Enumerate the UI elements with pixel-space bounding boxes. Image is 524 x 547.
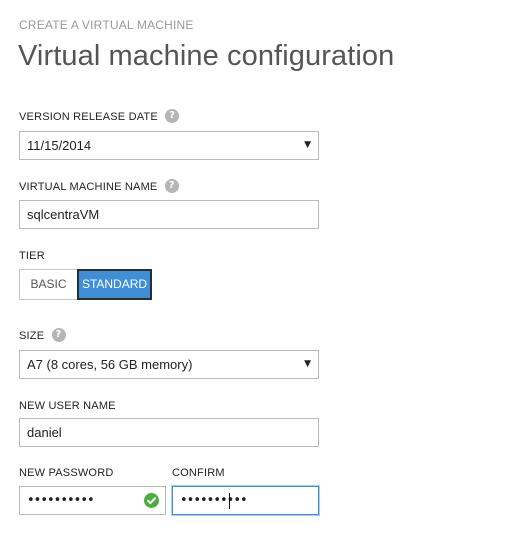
chevron-down-icon: ▼ (304, 359, 311, 369)
vm-name-label: VIRTUAL MACHINE NAME ? (19, 179, 179, 195)
new-password-label: NEW PASSWORD (19, 467, 114, 479)
version-release-date-value: 11/15/2014 (27, 138, 92, 153)
size-select[interactable]: A7 (8 cores, 56 GB memory) ▼ (19, 350, 319, 379)
confirm-mask: •••••••••• (180, 493, 248, 508)
tier-standard-button[interactable]: STANDARD (77, 269, 152, 300)
check-circle-icon (144, 493, 159, 508)
size-value: A7 (8 cores, 56 GB memory) (27, 357, 193, 372)
size-label: SIZE ? (19, 328, 66, 344)
tier-label: TIER (19, 250, 45, 262)
tier-basic-button[interactable]: BASIC (19, 269, 78, 300)
version-release-date-label: VERSION RELEASE DATE ? (19, 109, 180, 125)
user-name-label: NEW USER NAME (19, 400, 116, 412)
confirm-password-input[interactable]: •••••••••• (172, 486, 319, 515)
help-icon[interactable]: ? (164, 179, 179, 193)
text-cursor (229, 493, 230, 509)
page-title: Virtual machine configuration (18, 40, 395, 72)
wizard-eyebrow: CREATE A VIRTUAL MACHINE (19, 18, 194, 32)
help-icon[interactable]: ? (165, 109, 180, 123)
confirm-label: CONFIRM (172, 467, 225, 479)
user-name-value: daniel (27, 425, 62, 440)
chevron-down-icon: ▼ (304, 140, 311, 150)
vm-name-input[interactable]: sqlcentraVM (19, 200, 319, 229)
version-release-date-select[interactable]: 11/15/2014 ▼ (19, 131, 319, 160)
password-mask: •••••••••• (27, 493, 95, 508)
vm-name-value: sqlcentraVM (27, 207, 100, 222)
help-icon[interactable]: ? (51, 328, 66, 342)
new-password-input[interactable]: •••••••••• (19, 486, 166, 515)
user-name-input[interactable]: daniel (19, 418, 319, 447)
